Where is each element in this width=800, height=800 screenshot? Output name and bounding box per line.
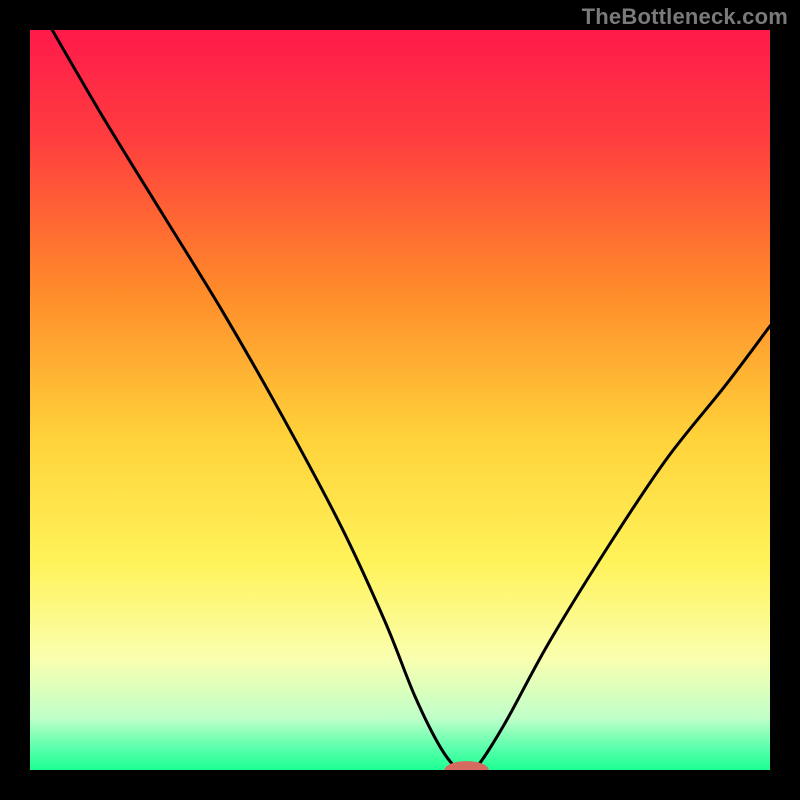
minimum-marker [444, 761, 488, 779]
chart-frame: TheBottleneck.com [0, 0, 800, 800]
bottleneck-chart [0, 0, 800, 800]
attribution-text: TheBottleneck.com [582, 4, 788, 30]
